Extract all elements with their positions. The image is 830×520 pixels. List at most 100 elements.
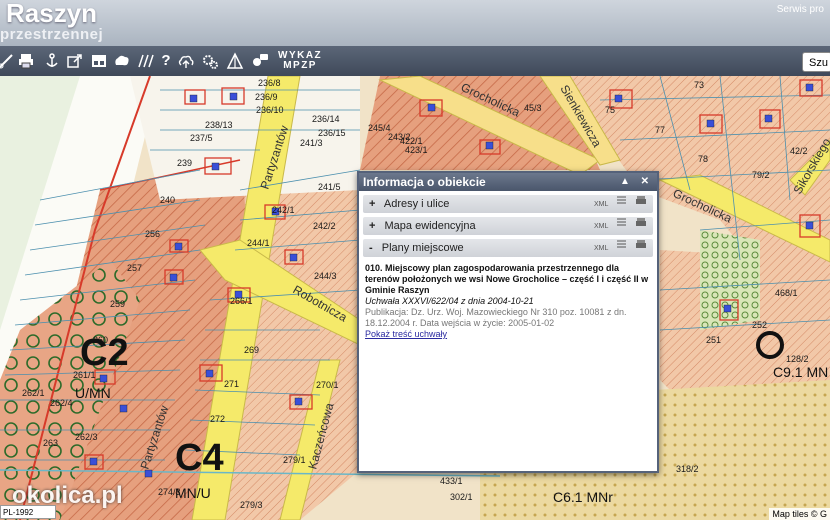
- print-icon[interactable]: [635, 217, 647, 236]
- parcel-label: 271: [224, 379, 239, 389]
- parcel-label: 251: [706, 335, 721, 345]
- parcel-label: 236/8: [258, 78, 281, 88]
- parcel-label: 257: [127, 263, 142, 273]
- parcel-label: 256: [145, 229, 160, 239]
- parcel-label: 78: [698, 154, 708, 164]
- xml-icon[interactable]: XML: [594, 201, 608, 208]
- parcel-label: 244/1: [247, 238, 270, 248]
- parcel-label: 236/9: [255, 92, 278, 102]
- crs-selector[interactable]: PL-1992: [0, 505, 56, 519]
- parcel-label: 237/5: [190, 133, 213, 143]
- export-icon[interactable]: [65, 51, 85, 71]
- zone-label-mnu: MN/U: [175, 485, 211, 501]
- list-icon[interactable]: [616, 195, 627, 214]
- parcel-label: 263: [43, 438, 58, 448]
- parcel-label: 269: [244, 345, 259, 355]
- parcel-label: 279/1: [283, 455, 306, 465]
- parcel-label: 242/1: [272, 205, 295, 215]
- parcel-label: 252: [752, 320, 767, 330]
- parcel-label: 433/1: [440, 476, 463, 486]
- parcel-label: 262/3: [75, 432, 98, 442]
- app-subtitle: przestrzennej: [0, 26, 104, 43]
- parcel-label: 236/15: [318, 128, 346, 138]
- parcel-label: 239: [177, 158, 192, 168]
- xml-icon[interactable]: XML: [594, 223, 608, 230]
- green-patch: [700, 230, 760, 330]
- zone-label-c91: C9.1 MN: [773, 364, 828, 380]
- section-addresses[interactable]: + Adresy i ulice XML: [363, 195, 653, 213]
- parcel-label: 79/2: [752, 170, 770, 180]
- parcel-label: 259: [110, 299, 125, 309]
- cloud-shape-icon[interactable]: [112, 51, 132, 71]
- hatch-icon[interactable]: [135, 51, 155, 71]
- expand-icon: +: [369, 220, 376, 232]
- print-icon[interactable]: [635, 195, 647, 214]
- map-toolbar: ? WYKAZ MPZP: [0, 46, 830, 77]
- parcel-label: 240: [160, 195, 175, 205]
- plan-details: 010. Miejscowy plan zagospodarowania prz…: [365, 263, 651, 340]
- zone-label-umn: U/MN: [75, 385, 111, 401]
- cloud-upload-icon[interactable]: [176, 51, 196, 71]
- parcel-label: 279/3: [240, 500, 263, 510]
- section-label: Adresy i ulice: [383, 198, 450, 210]
- gears-icon[interactable]: [200, 51, 220, 71]
- zone-label-c4: C4: [175, 437, 224, 479]
- parcel-label: 262/4: [50, 398, 73, 408]
- parcel-label: 302/1: [450, 492, 473, 502]
- plan-title: 010. Miejscowy plan zagospodarowania prz…: [365, 263, 649, 295]
- layout-icon[interactable]: [89, 51, 109, 71]
- parcel-label: 128/2: [786, 354, 809, 364]
- ruler-icon[interactable]: [0, 51, 16, 71]
- zone-label-c2: C2: [80, 332, 129, 374]
- xml-icon[interactable]: XML: [594, 245, 608, 252]
- app-title: Raszyn: [6, 0, 98, 28]
- help-icon[interactable]: ?: [156, 51, 176, 71]
- parcel-label: 423/1: [405, 145, 428, 155]
- collapse-icon: -: [369, 242, 373, 254]
- chat-icon[interactable]: [250, 51, 270, 71]
- parcel-label: 245/4: [368, 123, 391, 133]
- app-header: Raszyn przestrzennej Serwis pro: [0, 0, 830, 46]
- parcel-label: 75: [605, 105, 615, 115]
- section-label: Mapa ewidencyjna: [384, 220, 476, 232]
- panel-title-bar[interactable]: Informacja o obiekcie ▲ ✕: [359, 173, 657, 191]
- object-info-panel: Informacja o obiekcie ▲ ✕ + Adresy i uli…: [357, 171, 659, 473]
- parcel-label: 270/1: [316, 380, 339, 390]
- parcel-label: 238/13: [205, 120, 233, 130]
- service-link[interactable]: Serwis pro: [777, 4, 824, 15]
- parcel-label: 77: [655, 125, 665, 135]
- anchor-icon[interactable]: [42, 51, 62, 71]
- show-resolution-link[interactable]: Pokaż treść uchwały: [365, 329, 651, 340]
- parcel-label: 45/3: [524, 103, 542, 113]
- panel-controls[interactable]: ▲ ✕: [620, 173, 653, 191]
- parcel-label: 244/3: [314, 271, 337, 281]
- mpzp-label: MPZP: [283, 60, 317, 71]
- parcel-label: 318/2: [676, 464, 699, 474]
- parcel-label: 266/1: [230, 296, 253, 306]
- wykaz-mpzp-button[interactable]: WYKAZ MPZP: [278, 51, 322, 71]
- parcel-label: 236/14: [312, 114, 340, 124]
- parcel-label: 272: [210, 414, 225, 424]
- map-attribution: Map tiles © G: [769, 508, 830, 520]
- section-local-plans[interactable]: - Plany miejscowe XML: [363, 239, 653, 257]
- parcel-label: 42/2: [790, 146, 808, 156]
- parcel-label: 236/10: [256, 105, 284, 115]
- plan-resolution: Uchwała XXXVI/622/04 z dnia 2004-10-21: [365, 296, 534, 306]
- parcel-label: 241/5: [318, 182, 341, 192]
- plan-publication: Publikacja: Dz. Urz. Woj. Mazowieckiego …: [365, 307, 627, 328]
- section-label: Plany miejscowe: [381, 242, 464, 254]
- print-icon[interactable]: [16, 51, 36, 71]
- zone-label-c61: C6.1 MNr: [553, 489, 613, 505]
- print-icon[interactable]: [635, 239, 647, 258]
- terrain-icon[interactable]: [225, 51, 245, 71]
- expand-icon: +: [369, 198, 376, 210]
- parcel-label: 241/3: [300, 138, 323, 148]
- section-cadastral-map[interactable]: + Mapa ewidencyjna XML: [363, 217, 653, 235]
- list-icon[interactable]: [616, 239, 627, 258]
- parcel-label: 468/1: [775, 288, 798, 298]
- parcel-label: 242/2: [313, 221, 336, 231]
- panel-title: Informacja o obiekcie: [363, 175, 486, 189]
- search-button[interactable]: Szu: [802, 52, 830, 72]
- list-icon[interactable]: [616, 217, 627, 236]
- parcel-label: 262/1: [22, 388, 45, 398]
